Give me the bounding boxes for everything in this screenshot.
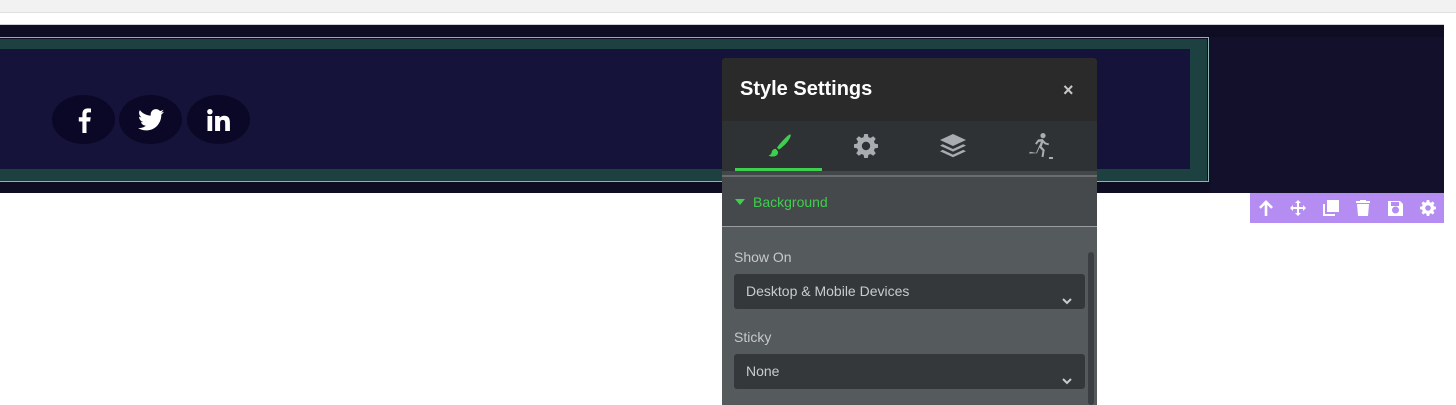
panel-body: Show On Desktop & Mobile Devices Sticky … bbox=[722, 227, 1097, 405]
background-section-toggle[interactable]: Background bbox=[722, 177, 1097, 227]
close-icon[interactable]: × bbox=[1063, 80, 1074, 101]
sticky-value: None bbox=[746, 363, 780, 379]
chevron-down-icon bbox=[1061, 365, 1073, 400]
tab-settings[interactable] bbox=[822, 121, 910, 171]
panel-header[interactable]: Style Settings × bbox=[722, 58, 1097, 121]
section-padding-area bbox=[1210, 37, 1444, 193]
tab-layers[interactable] bbox=[909, 121, 997, 171]
show-on-value: Desktop & Mobile Devices bbox=[746, 283, 910, 299]
gear-icon bbox=[854, 134, 878, 158]
move-icon bbox=[1290, 200, 1307, 216]
facebook-icon bbox=[78, 107, 91, 133]
duplicate-button[interactable] bbox=[1322, 199, 1340, 217]
panel-title: Style Settings bbox=[740, 78, 873, 100]
brush-icon bbox=[768, 134, 791, 157]
arrow-up-icon bbox=[1259, 200, 1274, 216]
sticky-select[interactable]: None bbox=[734, 354, 1085, 389]
linkedin-button[interactable] bbox=[187, 95, 250, 144]
save-icon bbox=[1387, 200, 1403, 216]
sticky-label: Sticky bbox=[734, 329, 772, 345]
delete-button[interactable] bbox=[1354, 199, 1372, 217]
show-on-label: Show On bbox=[734, 249, 792, 265]
panel-tabs bbox=[722, 121, 1097, 171]
settings-button[interactable] bbox=[1419, 199, 1437, 217]
twitter-button[interactable] bbox=[119, 95, 182, 144]
settings-icon bbox=[1419, 200, 1436, 216]
move-up-button[interactable] bbox=[1257, 199, 1275, 217]
save-button[interactable] bbox=[1386, 199, 1404, 217]
move-button[interactable] bbox=[1289, 199, 1307, 217]
duplicate-icon bbox=[1322, 200, 1339, 216]
animation-icon bbox=[1029, 133, 1053, 159]
section-label: Background bbox=[753, 194, 828, 210]
panel-scrollbar[interactable] bbox=[1088, 252, 1094, 405]
style-settings-panel: Style Settings × Background Show On Desk… bbox=[722, 58, 1097, 405]
tab-style[interactable] bbox=[735, 121, 823, 171]
trash-icon bbox=[1356, 200, 1371, 216]
linkedin-icon bbox=[206, 108, 230, 131]
tab-animation[interactable] bbox=[997, 121, 1085, 171]
show-on-select[interactable]: Desktop & Mobile Devices bbox=[734, 274, 1085, 309]
top-bar bbox=[0, 0, 1456, 13]
caret-down-icon bbox=[735, 199, 745, 205]
facebook-button[interactable] bbox=[52, 95, 115, 144]
layers-icon bbox=[940, 134, 966, 158]
active-tab-indicator bbox=[735, 168, 822, 171]
twitter-icon bbox=[137, 108, 164, 130]
element-toolbar bbox=[1250, 193, 1444, 223]
chevron-down-icon bbox=[1061, 285, 1073, 320]
